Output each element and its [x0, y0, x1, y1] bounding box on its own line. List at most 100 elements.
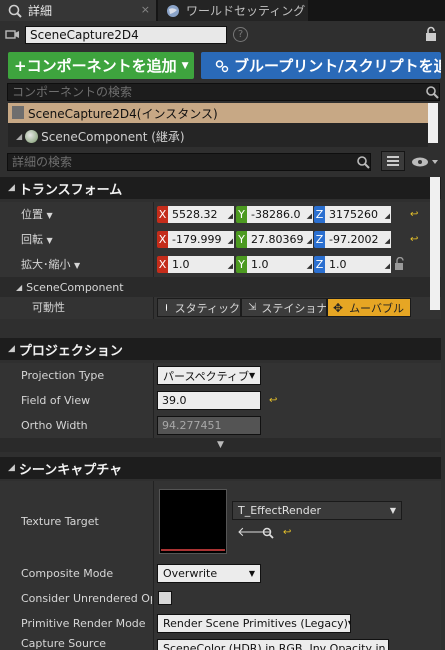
scene-component-subheader[interactable]: ◢ SceneComponent: [0, 277, 441, 297]
scene-capture-actor-icon: [5, 30, 19, 39]
mobility-movable-option[interactable]: ✥ ムーバブル: [327, 298, 411, 317]
details-search-input[interactable]: 詳細の検索: [7, 153, 371, 171]
move-arrows-icon: ✥: [333, 300, 344, 315]
rotation-y-field[interactable]: 27.80369: [247, 231, 313, 248]
reset-to-default-icon[interactable]: ↩: [410, 235, 420, 245]
help-icon[interactable]: ?: [233, 27, 248, 42]
expand-arrow-icon: ◢: [16, 131, 23, 141]
component-search-input[interactable]: コンポーネントの検索: [7, 83, 440, 101]
rotation-x[interactable]: X -179.999: [157, 231, 234, 248]
rotation-y[interactable]: Y 27.80369: [236, 231, 313, 248]
rotation-z[interactable]: Z -97.2002: [314, 231, 391, 248]
close-tab-icon[interactable]: ×: [141, 3, 150, 16]
actor-name-input[interactable]: SceneCapture2D4: [25, 26, 227, 44]
globe-icon: [167, 4, 179, 17]
fov-label: Field of View: [21, 394, 91, 407]
location-z-field[interactable]: 3175260: [325, 206, 391, 223]
scale-x[interactable]: X 1.0: [157, 256, 234, 273]
add-blueprint-script-label: ブループリント/スクリプトを追加: [234, 57, 441, 75]
column-divider: [153, 586, 154, 611]
scale-y[interactable]: Y 1.0: [236, 256, 313, 273]
scene-component-title: SceneComponent: [26, 280, 124, 294]
axis-x-label: X: [157, 206, 168, 223]
lock-icon[interactable]: [424, 26, 438, 42]
mobility-label: 可動性: [32, 301, 65, 314]
grid-list-icon: [387, 156, 399, 166]
mobility-row: 可動性 スタティック ⇲ ステイショナリ ✥ ムーバブル: [0, 297, 441, 319]
column-divider: [153, 413, 154, 438]
column-divider: [153, 388, 154, 413]
location-x-field[interactable]: 5528.32: [168, 206, 234, 223]
scene-capture-title: シーンキャプチャ: [18, 462, 123, 478]
component-tree-scrollbar[interactable]: [428, 103, 438, 143]
column-divider: [153, 202, 154, 227]
texture-thumbnail[interactable]: [159, 489, 227, 554]
chevron-down-icon: ▼: [181, 60, 189, 71]
tab-details[interactable]: 詳細 ×: [0, 0, 156, 21]
reset-to-default-icon[interactable]: ↩: [283, 528, 293, 538]
advanced-expand-button[interactable]: ▼: [0, 438, 441, 452]
reset-to-default-icon[interactable]: ↩: [410, 210, 420, 220]
scene-component-item[interactable]: ◢ SceneComponent (継承): [16, 127, 185, 145]
fov-field[interactable]: 39.0: [157, 391, 261, 410]
column-divider: [153, 227, 154, 252]
unlock-icon[interactable]: [394, 257, 406, 271]
primitive-render-mode-row: Primitive Render Mode Render Scene Primi…: [0, 611, 441, 636]
location-label[interactable]: 位置 ▼: [21, 202, 53, 227]
composite-mode-dropdown[interactable]: Overwrite ▼: [157, 564, 261, 583]
projection-type-dropdown[interactable]: パースペクティブ ▼: [157, 366, 261, 385]
add-blueprint-script-button[interactable]: ブループリント/スクリプトを追加: [201, 52, 441, 79]
rotation-label[interactable]: 回転 ▼: [21, 227, 53, 252]
location-y-field[interactable]: -38286.0: [247, 206, 313, 223]
tab-world-settings[interactable]: ワールドセッティング: [158, 0, 308, 21]
ortho-width-field[interactable]: 94.277451: [157, 416, 261, 435]
tab-world-settings-label: ワールドセッティング: [186, 4, 306, 18]
column-divider: [153, 363, 154, 388]
axis-y-label: Y: [236, 231, 247, 248]
property-matrix-button[interactable]: [381, 151, 405, 171]
reset-to-default-icon[interactable]: ↩: [269, 396, 279, 406]
transform-section-header[interactable]: ◢ トランスフォーム: [0, 177, 441, 199]
tab-details-label: 詳細: [28, 4, 53, 18]
details-scrollbar[interactable]: [430, 177, 440, 310]
chevron-down-icon: ▼: [249, 371, 256, 380]
mobility-stationary-option[interactable]: ⇲ ステイショナリ: [241, 298, 327, 317]
rotation-z-field[interactable]: -97.2002: [325, 231, 391, 248]
component-root-item[interactable]: SceneCapture2D4(インスタンス): [8, 103, 428, 123]
component-tree: SceneCapture2D4(インスタンス) ◢ SceneComponent…: [8, 103, 428, 147]
rotation-x-field[interactable]: -179.999: [168, 231, 234, 248]
chevron-down-icon: ▼: [348, 619, 350, 628]
browse-search-icon[interactable]: [262, 527, 274, 539]
mobility-static-label: スタティック: [174, 301, 240, 315]
scale-x-field[interactable]: 1.0: [168, 256, 234, 273]
primitive-render-mode-dropdown[interactable]: Render Scene Primitives (Legacy) ▼: [157, 614, 351, 633]
tab-bar: 詳細 × ワールドセッティング: [0, 0, 445, 21]
scale-label[interactable]: 拡大･縮小 ▼: [21, 252, 80, 277]
axis-x-label: X: [157, 231, 168, 248]
location-x[interactable]: X 5528.32: [157, 206, 234, 223]
gears-icon: [215, 59, 229, 72]
scale-z-field[interactable]: 1.0: [325, 256, 391, 273]
location-y[interactable]: Y -38286.0: [236, 206, 313, 223]
texture-thumbnail-bar: [161, 549, 225, 551]
location-z[interactable]: Z 3175260: [314, 206, 391, 223]
eye-icon[interactable]: [410, 156, 440, 168]
scene-component-label: SceneComponent (継承): [41, 129, 185, 144]
unrendered-opacity-checkbox[interactable]: [158, 591, 172, 605]
texture-asset-dropdown[interactable]: T_EffectRender ▼: [232, 501, 402, 520]
scene-capture-section-header[interactable]: ◢ シーンキャプチャ: [0, 457, 441, 479]
capture-source-value: SceneColor (HDR) in RGB, Inv Opacity in …: [163, 642, 389, 650]
mobility-movable-label: ムーバブル: [349, 301, 404, 315]
chevron-down-icon: ▼: [217, 440, 224, 450]
chevron-down-icon: ▼: [389, 506, 396, 515]
mobility-static-option[interactable]: スタティック: [157, 298, 241, 317]
scale-z[interactable]: Z 1.0: [314, 256, 391, 273]
stationary-icon: ⇲: [248, 302, 257, 313]
magnifier-info-icon: [8, 4, 22, 18]
scale-y-field[interactable]: 1.0: [247, 256, 313, 273]
add-component-button[interactable]: +コンポーネントを追加 ▼: [8, 52, 194, 79]
composite-mode-row: Composite Mode Overwrite ▼: [0, 561, 441, 586]
capture-source-dropdown[interactable]: SceneColor (HDR) in RGB, Inv Opacity in …: [157, 639, 389, 650]
search-icon: [426, 86, 439, 99]
projection-section-header[interactable]: ◢ プロジェクション: [0, 338, 441, 360]
